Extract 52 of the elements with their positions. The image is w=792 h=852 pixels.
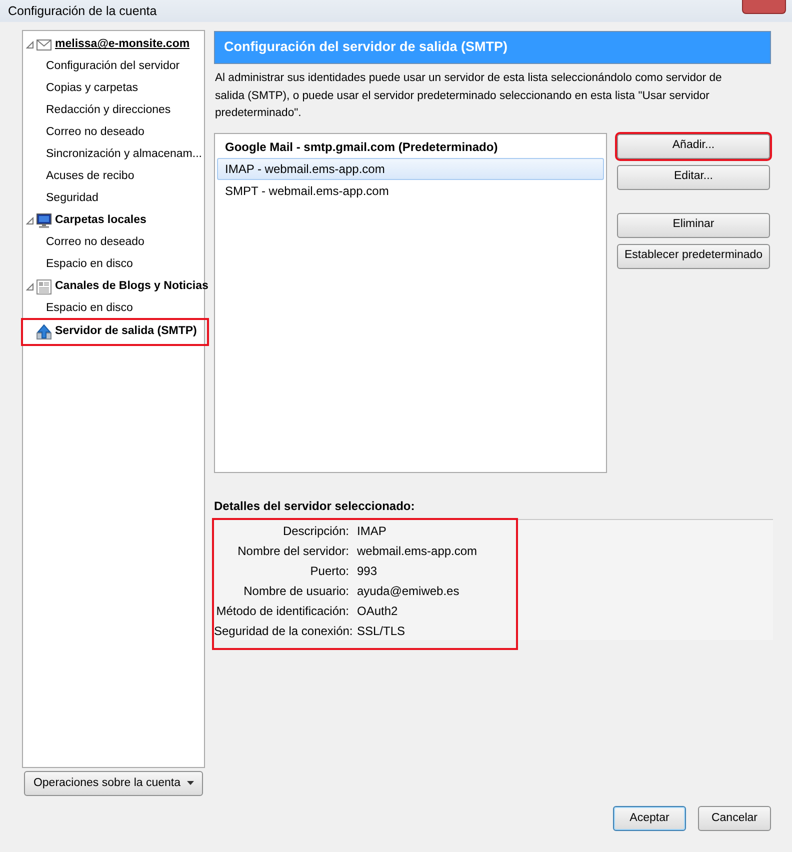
tree-item[interactable]: Configuración del servidor <box>46 58 180 76</box>
action-button[interactable]: Eliminar <box>617 212 770 238</box>
tree-item[interactable]: Correo no deseado <box>46 124 144 142</box>
field-label: Puerto: <box>309 562 350 580</box>
mail-icon <box>36 37 52 53</box>
tree-item-label: Servidor de salida (SMTP) <box>55 324 197 340</box>
expander-icon[interactable] <box>26 283 34 291</box>
section-header: Configuración del servidor de salida (SMTP) <box>214 31 771 64</box>
field-value: webmail.ems-app.com <box>357 542 478 560</box>
tree-item[interactable]: Canales de Blogs y Noticias <box>26 276 208 298</box>
tree-item[interactable]: Espacio en disco <box>46 256 133 274</box>
tree-item[interactable]: Servidor de salida (SMTP) <box>23 320 207 344</box>
field-value: SSL/TLS <box>357 622 406 640</box>
expander-icon[interactable] <box>26 217 34 225</box>
field-value: 993 <box>357 562 378 580</box>
field-label: Nombre de usuario: <box>242 582 350 600</box>
tree-item[interactable]: Acuses de recibo <box>46 168 134 186</box>
tree-item[interactable]: Correo no deseado <box>46 234 144 252</box>
cancel-button[interactable]: Cancelar <box>698 806 771 831</box>
tree-item-label: melissa@e-monsite.com <box>55 37 190 52</box>
field-label: Descripción: <box>282 522 350 540</box>
server-list-item[interactable]: IMAP - webmail.ems-app.com <box>217 158 604 180</box>
expander-icon[interactable] <box>26 41 34 49</box>
field-value: OAuth2 <box>357 602 398 620</box>
tree-item[interactable]: Seguridad <box>46 190 98 208</box>
tree-item[interactable]: Sincronización y almacenam... <box>46 146 202 164</box>
field-label: Método de identificación: <box>215 602 350 620</box>
tree-item[interactable]: Redacción y direcciones <box>46 102 171 120</box>
field-value: IMAP <box>357 522 386 540</box>
field-label: Seguridad de la conexión: <box>214 622 354 640</box>
server-list-item[interactable]: Google Mail - smtp.gmail.com (Predeterminado) <box>217 136 604 158</box>
newspaper-icon <box>36 279 52 295</box>
description-text: Al administrar sus identidades puede usar un servidor de esta lista seleccionándolo como servidor de salida (SMTP), o puede usar el servidor predeterminado seleccionando en esta lista "Usar servidor predeterminado". <box>215 71 723 121</box>
accept-button[interactable]: Aceptar <box>613 806 686 831</box>
upload-arrow-icon <box>36 324 52 340</box>
server-list-item[interactable]: SMPT - webmail.ems-app.com <box>217 180 604 202</box>
caret-icon <box>186 780 194 785</box>
action-button[interactable]: Editar... <box>617 164 770 190</box>
tree-item-label: Canales de Blogs y Noticias <box>55 279 208 294</box>
tree-item[interactable]: melissa@e-monsite.com <box>26 34 190 56</box>
action-button[interactable]: Añadir... <box>617 134 770 158</box>
tree-item[interactable]: Copias y carpetas <box>46 80 138 98</box>
tree-item[interactable]: Espacio en disco <box>46 300 133 318</box>
field-label: Nombre del servidor: <box>236 542 350 560</box>
tree-item-label: Carpetas locales <box>55 213 146 228</box>
field-value: ayuda@emiweb.es <box>357 582 460 600</box>
window-title: Configuración de la cuenta <box>8 2 157 20</box>
action-button[interactable]: Establecer predeterminado <box>617 244 770 268</box>
monitor-icon <box>36 213 52 229</box>
tree-item[interactable]: Carpetas locales <box>26 210 146 232</box>
account-actions-button[interactable]: Operaciones sobre la cuenta <box>24 771 203 796</box>
details-title: Detalles del servidor seleccionado: <box>214 498 416 514</box>
